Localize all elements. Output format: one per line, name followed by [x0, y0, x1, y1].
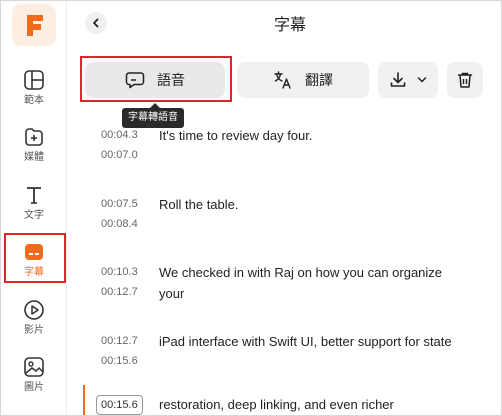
subtitle-text[interactable]: We checked in with Raj on how you can or…: [159, 262, 464, 304]
app-logo[interactable]: [12, 4, 56, 46]
page-title: 字幕: [273, 17, 306, 34]
template-icon: [24, 70, 44, 90]
sidebar-item-label: 文字: [24, 210, 44, 221]
sidebar-item-label: 影片: [24, 325, 44, 336]
subtitle-end-time[interactable]: 00:12.7: [101, 282, 138, 302]
highlight-annotation-sidebar: [4, 233, 66, 283]
sidebar-item-template[interactable]: 範本: [1, 63, 67, 115]
sidebar-item-label: 圖片: [24, 382, 44, 393]
video-icon: [24, 300, 44, 320]
sidebar-item-video[interactable]: 影片: [1, 293, 67, 345]
sidebar-item-media[interactable]: 媒體: [1, 120, 67, 172]
sidebar: 範本 媒體 文字 字幕 影片 圖片: [1, 1, 67, 415]
download-icon: [389, 71, 407, 89]
logo-icon: [27, 15, 43, 36]
subtitle-start-time[interactable]: 00:04.3: [101, 125, 138, 145]
sidebar-item-image[interactable]: 圖片: [1, 350, 67, 402]
subtitle-text[interactable]: iPad interface with Swift UI, better sup…: [159, 331, 464, 352]
subtitle-text[interactable]: It's time to review day four.: [159, 125, 464, 146]
translate-label: 翻譯: [305, 72, 333, 88]
delete-button[interactable]: [447, 62, 483, 98]
translate-icon: [273, 70, 293, 90]
active-row-indicator: [83, 385, 85, 415]
highlight-annotation-speech: [80, 56, 232, 102]
subtitle-end-time[interactable]: 00:15.6: [101, 351, 138, 371]
translate-button[interactable]: 翻譯: [237, 62, 369, 98]
sidebar-item-label: 媒體: [24, 152, 44, 163]
sidebar-item-text[interactable]: 文字: [1, 178, 67, 230]
image-icon: [24, 357, 44, 377]
subtitle-editor: 範本 媒體 文字 字幕 影片 圖片 字幕 語音 翻譯 字幕轉語音 00:04.3…: [0, 0, 502, 416]
trash-icon: [457, 72, 473, 88]
chevron-down-icon: [417, 76, 427, 84]
subtitle-text[interactable]: Roll the table.: [159, 194, 464, 215]
subtitle-end-time[interactable]: 00:07.0: [101, 145, 138, 165]
add-media-icon: [25, 128, 43, 146]
subtitle-start-time[interactable]: 00:10.3: [101, 262, 138, 282]
subtitle-end-time[interactable]: 00:08.4: [101, 214, 138, 234]
subtitle-start-time[interactable]: 00:07.5: [101, 194, 138, 214]
subtitle-text[interactable]: restoration, deep linking, and even rich…: [159, 394, 464, 415]
sidebar-item-label: 範本: [24, 95, 44, 106]
export-dropdown-button[interactable]: [378, 62, 438, 98]
subtitle-start-time-editing[interactable]: 00:15.6: [96, 395, 143, 415]
subtitle-start-time[interactable]: 00:12.7: [101, 331, 138, 351]
text-icon: [27, 187, 41, 204]
